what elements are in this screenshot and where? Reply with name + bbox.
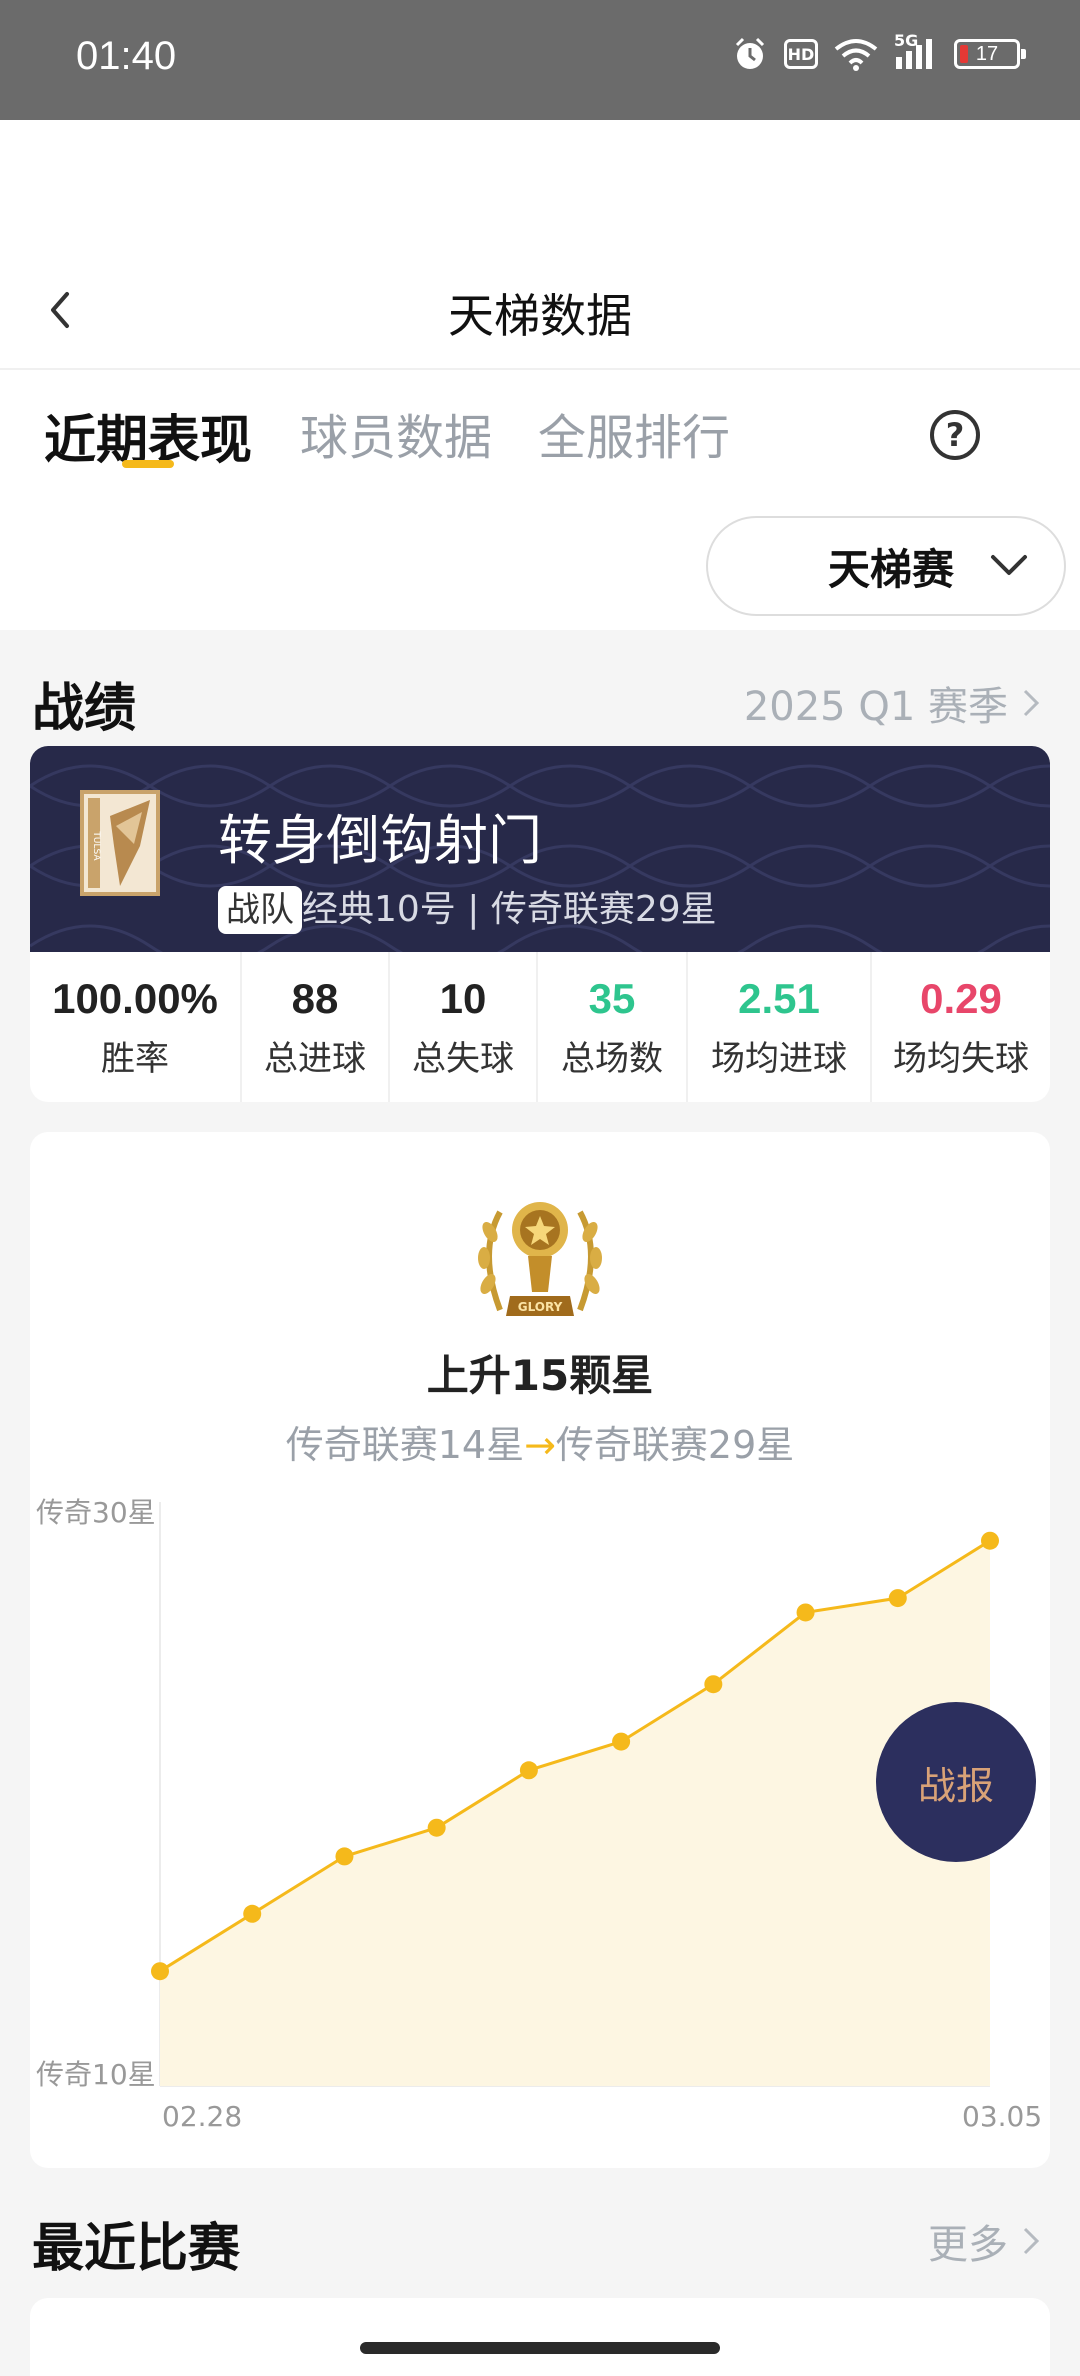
team-name: 转身倒钩射门 (218, 809, 542, 872)
range-to: 传奇联赛29星 (555, 1423, 795, 1467)
trophy-icon: GLORY (478, 1202, 602, 1316)
alarm-icon (732, 36, 768, 72)
stat-avg-conceded: 0.29 场均失球 (872, 952, 1050, 1102)
network-type: 5G (894, 31, 919, 50)
chevron-right-icon (1023, 2227, 1040, 2255)
stat-label: 总场数 (561, 1038, 663, 1079)
chart-point-1 (243, 1904, 262, 1923)
range-from: 传奇联赛14星 (285, 1423, 525, 1467)
star-progress-card: GLORY 上升15颗星 传奇联赛14星→传奇联赛29星 传奇30星 传奇10星… (30, 1132, 1050, 2168)
chart-point-9 (981, 1531, 999, 1550)
nav-bar: 天梯数据 (0, 250, 1080, 370)
status-icons: HD 5G 17 (732, 31, 1026, 72)
team-tag-badge: 战队 (218, 886, 302, 934)
team-subtitle: 经典10号 | 传奇联赛29星 (302, 889, 717, 930)
stat-label: 场均进球 (711, 1038, 847, 1079)
chart-point-5 (612, 1732, 631, 1751)
tab-player-data[interactable]: 球员数据 (300, 398, 492, 468)
more-link[interactable]: 更多 (928, 2212, 1040, 2270)
stat-value: 88 (291, 974, 339, 1022)
tab-server-ranking[interactable]: 全服排行 (538, 398, 730, 468)
chevron-down-icon (991, 555, 1027, 575)
more-label: 更多 (928, 2222, 1008, 2268)
y-top-label: 传奇30星 (36, 1496, 156, 1529)
chart-point-2 (335, 1847, 354, 1866)
stat-value: 2.51 (738, 974, 820, 1022)
stats-row: 100.00% 胜率 88 总进球 10 总失球 35 总场数 2.51 场均进… (30, 952, 1050, 1102)
chart-point-0 (151, 1962, 169, 1981)
stat-label: 总失球 (412, 1038, 514, 1079)
x-end-label: 03.05 (962, 2100, 1042, 2133)
stat-label: 场均失球 (893, 1038, 1029, 1079)
mode-select-value: 天梯赛 (827, 544, 954, 594)
chart-area-fill (160, 1540, 990, 2086)
signal-icon: 5G (894, 31, 938, 71)
battle-report-button[interactable]: 战报 (876, 1702, 1036, 1862)
star-rise-text: 上升15颗星 (426, 1351, 654, 1400)
logo-text: TULSA (91, 830, 101, 861)
stat-total-goals: 88 总进球 (242, 952, 390, 1102)
page-title: 天梯数据 (448, 289, 632, 343)
team-record-card: TULSA 转身倒钩射门 战队 经典10号 | 传奇联赛29星 100.00% … (30, 746, 1050, 1102)
chevron-right-icon (1023, 689, 1040, 717)
chart-point-6 (704, 1675, 723, 1694)
tab-bar: 近期表现 球员数据 全服排行 ? (0, 380, 1080, 500)
stat-goals-conceded: 10 总失球 (390, 952, 538, 1102)
stat-label: 总进球 (264, 1038, 366, 1079)
stat-value: 100.00% (52, 974, 218, 1022)
help-icon[interactable]: ? (930, 410, 980, 460)
season-selector[interactable]: 2025 Q1 赛季 (744, 674, 1040, 732)
chart-point-4 (519, 1761, 538, 1780)
record-section-title: 战绩 (32, 679, 137, 739)
recent-matches-title: 最近比赛 (32, 2219, 241, 2279)
range-arrow-icon: → (524, 1423, 556, 1467)
wifi-icon (834, 37, 878, 71)
stat-total-matches: 35 总场数 (538, 952, 688, 1102)
stat-win-rate: 100.00% 胜率 (30, 952, 242, 1102)
stat-avg-goals: 2.51 场均进球 (688, 952, 872, 1102)
battery-icon: 17 (954, 39, 1026, 69)
y-bottom-label: 传奇10星 (36, 2058, 156, 2091)
team-banner: TULSA 转身倒钩射门 战队 经典10号 | 传奇联赛29星 (30, 746, 1050, 952)
stat-value: 35 (588, 974, 636, 1022)
mode-select[interactable]: 天梯赛 (706, 516, 1066, 616)
active-tab-indicator (122, 460, 174, 468)
chart-point-7 (796, 1603, 815, 1622)
chart-point-8 (888, 1589, 907, 1608)
team-logo: TULSA (80, 790, 160, 896)
season-label: 2025 Q1 赛季 (743, 684, 1008, 730)
trophy-text: GLORY (518, 1300, 563, 1314)
hd-icon: HD (784, 39, 818, 69)
chart-point-3 (427, 1818, 446, 1837)
status-bar: 01:40 HD 5G 17 (0, 0, 1080, 120)
stat-value: 10 (439, 974, 487, 1022)
x-start-label: 02.28 (162, 2100, 242, 2133)
star-range: 传奇联赛14星→传奇联赛29星 (30, 1414, 1050, 1469)
stat-label: 胜率 (101, 1038, 169, 1079)
stat-value: 0.29 (920, 974, 1002, 1022)
recent-matches-card (30, 2298, 1050, 2376)
status-time: 01:40 (76, 34, 177, 78)
home-indicator[interactable] (360, 2342, 720, 2354)
